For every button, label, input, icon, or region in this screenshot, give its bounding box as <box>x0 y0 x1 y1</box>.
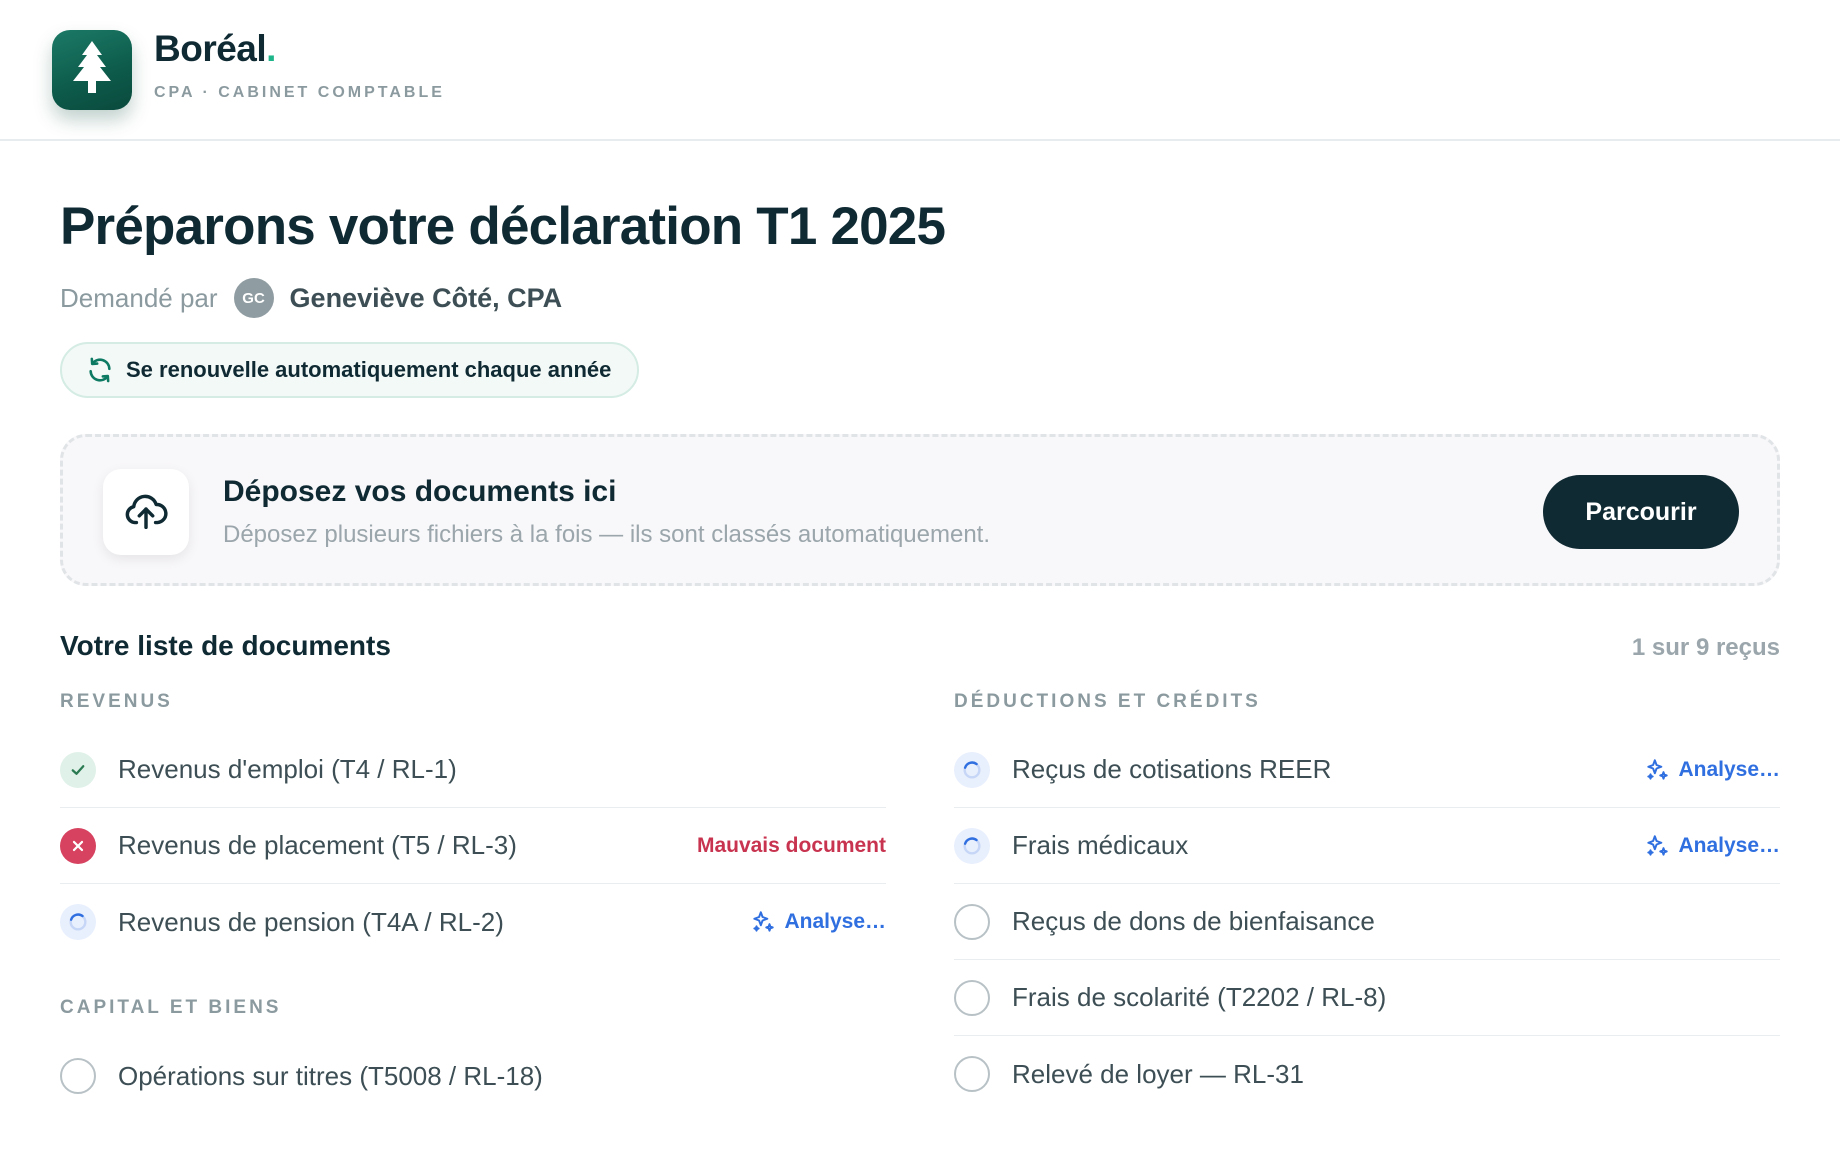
analyzing-tag: Analyse… <box>1644 757 1780 783</box>
list-item[interactable]: Reçus de cotisations REER Analyse… <box>954 732 1780 808</box>
pine-tree-icon <box>73 41 111 93</box>
list-item[interactable]: Opérations sur titres (T5008 / RL-18) <box>60 1038 886 1114</box>
check-icon <box>71 764 85 775</box>
requested-by-label: Demandé par <box>60 282 218 313</box>
app-window: Boréal. CPA · CABINET COMPTABLE Préparon… <box>0 0 1840 1162</box>
item-label: Frais médicaux <box>1012 830 1189 860</box>
auto-renew-label: Se renouvelle automatiquement chaque ann… <box>126 357 612 382</box>
status-pending <box>954 903 990 940</box>
item-label: Revenus de pension (T4A / RL-2) <box>118 906 504 937</box>
auto-renew-badge: Se renouvelle automatiquement chaque ann… <box>60 342 640 398</box>
list-item[interactable]: Relevé de loyer — RL-31 <box>954 1036 1780 1112</box>
item-label: Revenus d'emploi (T4 / RL-1) <box>118 754 457 784</box>
status-analyzing <box>954 751 990 788</box>
status-pending <box>954 979 990 1016</box>
spinner-icon <box>963 760 981 779</box>
item-label: Frais de scolarité (T2202 / RL-8) <box>1012 982 1387 1012</box>
item-label: Reçus de dons de bienfaisance <box>1012 906 1375 936</box>
sparkles-icon <box>1647 758 1669 780</box>
checklist-title: Votre liste de documents <box>60 630 391 661</box>
status-received <box>60 751 96 788</box>
received-count: 1 sur 9 reçus <box>1631 634 1780 661</box>
status-pending <box>60 1058 96 1094</box>
avatar: GC <box>233 278 274 318</box>
item-label: Relevé de loyer — RL-31 <box>1012 1058 1304 1089</box>
cloud-upload-icon <box>125 494 168 530</box>
status-analyzing <box>954 827 990 864</box>
brand-subtitle: CPA · CABINET COMPTABLE <box>154 84 445 101</box>
upload-tile <box>103 469 189 555</box>
spinner-icon <box>963 836 981 855</box>
list-item[interactable]: Revenus de pension (T4A / RL-2) Analyse… <box>60 884 886 960</box>
requester-name: Geneviève Côté, CPA <box>289 282 563 313</box>
list-item[interactable]: Frais médicaux Analyse… <box>954 808 1780 884</box>
dropzone-subtitle: Déposez plusieurs fichiers à la fois — i… <box>223 521 991 548</box>
item-label: Opérations sur titres (T5008 / RL-18) <box>118 1060 543 1091</box>
item-label: Revenus de placement (T5 / RL-3) <box>118 830 517 860</box>
logo[interactable] <box>52 30 132 110</box>
list-item[interactable]: Reçus de dons de bienfaisance <box>954 884 1780 960</box>
refresh-icon <box>89 357 111 383</box>
status-analyzing <box>60 904 96 940</box>
wrong-document-tag: Mauvais document <box>696 833 886 857</box>
status-pending <box>954 1056 990 1092</box>
file-dropzone[interactable]: Déposez vos documents ici Déposez plusie… <box>60 434 1780 586</box>
page-title: Préparons votre déclaration T1 2025 <box>60 197 946 256</box>
browse-button[interactable]: Parcourir <box>1543 475 1739 549</box>
requested-by: Demandé par GC Geneviève Côté, CPA <box>60 278 562 318</box>
analyzing-tag: Analyse… <box>750 909 886 935</box>
list-item[interactable]: Revenus de placement (T5 / RL-3) Mauvais… <box>60 808 886 884</box>
analyzing-tag: Analyse… <box>1644 833 1780 859</box>
section-label-deductions: DÉDUCTIONS ET CRÉDITS <box>954 691 1261 712</box>
dropzone-title: Déposez vos documents ici <box>223 475 617 508</box>
brand-name: Boréal. <box>154 28 276 69</box>
sparkles-icon <box>1647 834 1669 856</box>
section-label-capital: CAPITAL ET BIENS <box>60 997 282 1018</box>
status-wrong <box>60 827 96 864</box>
section-label-income: REVENUS <box>60 691 173 712</box>
spinner-icon <box>69 913 87 931</box>
item-label: Reçus de cotisations REER <box>1012 754 1332 784</box>
x-icon <box>72 840 84 851</box>
list-item[interactable]: Revenus d'emploi (T4 / RL-1) <box>60 732 886 808</box>
sparkles-icon <box>753 911 775 932</box>
income-column: REVENUS Revenus d'emploi (T4 / RL-1) Rev… <box>60 688 886 1114</box>
header: Boréal. CPA · CABINET COMPTABLE <box>0 0 1840 141</box>
list-item[interactable]: Frais de scolarité (T2202 / RL-8) <box>954 960 1780 1036</box>
deductions-column: DÉDUCTIONS ET CRÉDITS Reçus de cotisatio… <box>954 688 1780 1112</box>
